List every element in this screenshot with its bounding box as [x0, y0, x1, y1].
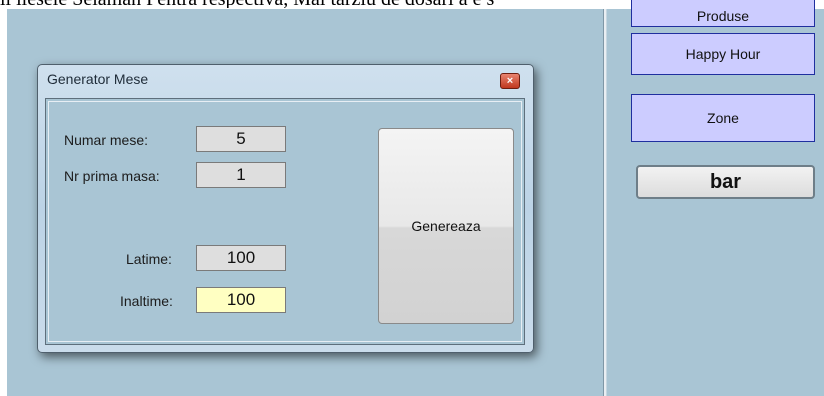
nr-prima-masa-label: Nr prima masa:	[64, 168, 160, 184]
generator-mese-dialog: Generator Mese × Numar mese: 5 Nr prima …	[37, 64, 534, 353]
close-button[interactable]: ×	[500, 73, 520, 89]
right-panel: Produse Happy Hour Zone bar	[607, 0, 824, 396]
inaltime-field[interactable]: 100	[196, 287, 286, 313]
produse-button[interactable]: Produse	[631, 0, 815, 27]
dialog-inner-border: Numar mese: 5 Nr prima masa: 1 Latime: 1…	[48, 101, 522, 342]
dialog-client-area: Numar mese: 5 Nr prima masa: 1 Latime: 1…	[45, 98, 525, 345]
nr-prima-masa-field[interactable]: 1	[196, 162, 286, 188]
bar-button[interactable]: bar	[636, 165, 815, 199]
numar-mese-field[interactable]: 5	[196, 126, 286, 152]
workspace-area: Generator Mese × Numar mese: 5 Nr prima …	[7, 9, 603, 396]
latime-field[interactable]: 100	[196, 245, 286, 271]
inaltime-label: Inaltime:	[120, 293, 173, 309]
genereaza-button[interactable]: Genereaza	[378, 128, 514, 324]
zone-button[interactable]: Zone	[631, 94, 815, 142]
numar-mese-label: Numar mese:	[64, 132, 149, 148]
close-icon: ×	[506, 74, 514, 87]
happy-hour-button[interactable]: Happy Hour	[631, 33, 815, 75]
latime-label: Latime:	[126, 251, 172, 267]
dialog-title: Generator Mese	[47, 71, 149, 87]
